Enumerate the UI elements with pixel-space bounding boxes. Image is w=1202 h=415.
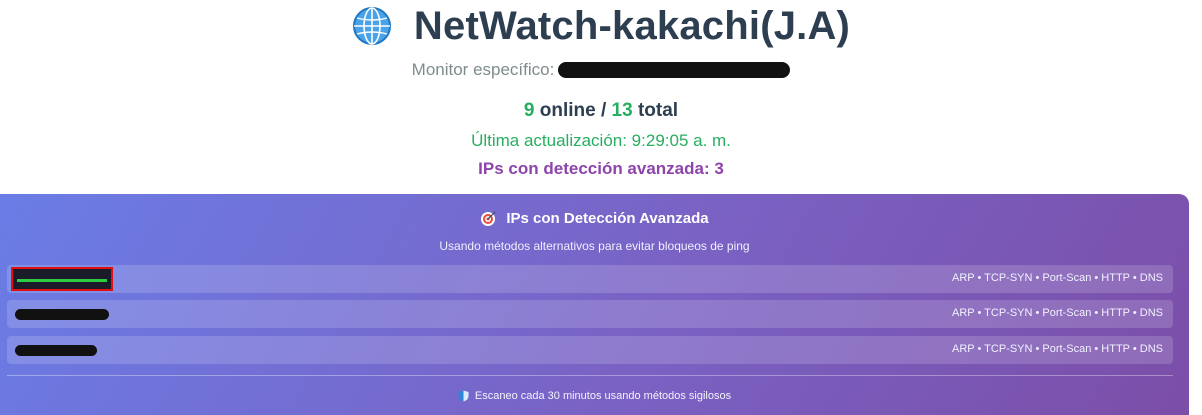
target-icon bbox=[481, 211, 496, 226]
detection-methods: ARP • TCP-SYN • Port-Scan • HTTP • DNS bbox=[951, 343, 1163, 355]
last-update: Última actualización: 9:29:05 a. m. bbox=[471, 131, 731, 150]
advanced-ip-count: IPs con detección avanzada: 3 bbox=[478, 159, 724, 178]
total-count: 13 bbox=[611, 100, 633, 121]
panel-subtitle: Usando métodos alternativos para evitar … bbox=[439, 239, 750, 253]
title-row: NetWatch-kakachi(J.A) bbox=[0, 0, 1202, 52]
panel-footer: Escaneo cada 30 minutos usando métodos s… bbox=[0, 390, 1189, 402]
selected-ip-highlight bbox=[11, 267, 113, 291]
redacted-ip bbox=[15, 309, 109, 320]
page-title: NetWatch-kakachi(J.A) bbox=[413, 3, 851, 48]
ip-row[interactable]: ARP • TCP-SYN • Port-Scan • HTTP • DNS bbox=[7, 300, 1173, 328]
ip-row[interactable]: ARP • TCP-SYN • Port-Scan • HTTP • DNS bbox=[7, 336, 1173, 364]
ip-row[interactable]: ARP • TCP-SYN • Port-Scan • HTTP • DNS bbox=[7, 265, 1173, 293]
redacted-target bbox=[558, 62, 791, 78]
header: NetWatch-kakachi(J.A) Monitor específico… bbox=[0, 0, 1202, 194]
status-counts: 9 online / 13 total bbox=[0, 100, 1202, 122]
redacted-ip bbox=[17, 279, 107, 282]
detection-methods: ARP • TCP-SYN • Port-Scan • HTTP • DNS bbox=[951, 307, 1163, 319]
shield-icon bbox=[458, 390, 469, 402]
panel-title-row: IPs con Detección Avanzada bbox=[0, 210, 1189, 227]
scan-info: Escaneo cada 30 minutos usando métodos s… bbox=[474, 390, 732, 402]
total-label: total bbox=[632, 100, 679, 121]
panel-title: IPs con Detección Avanzada bbox=[506, 210, 709, 227]
monitor-label: Monitor específico: bbox=[411, 60, 555, 79]
advanced-detection-panel: IPs con Detección Avanzada Usando método… bbox=[0, 194, 1189, 415]
monitor-line: Monitor específico: bbox=[0, 60, 1202, 80]
detection-methods: ARP • TCP-SYN • Port-Scan • HTTP • DNS bbox=[951, 272, 1163, 284]
online-label: online / bbox=[534, 100, 612, 121]
online-count: 9 bbox=[523, 100, 535, 121]
divider bbox=[7, 375, 1173, 376]
redacted-ip bbox=[15, 345, 97, 356]
globe-icon bbox=[352, 7, 391, 45]
